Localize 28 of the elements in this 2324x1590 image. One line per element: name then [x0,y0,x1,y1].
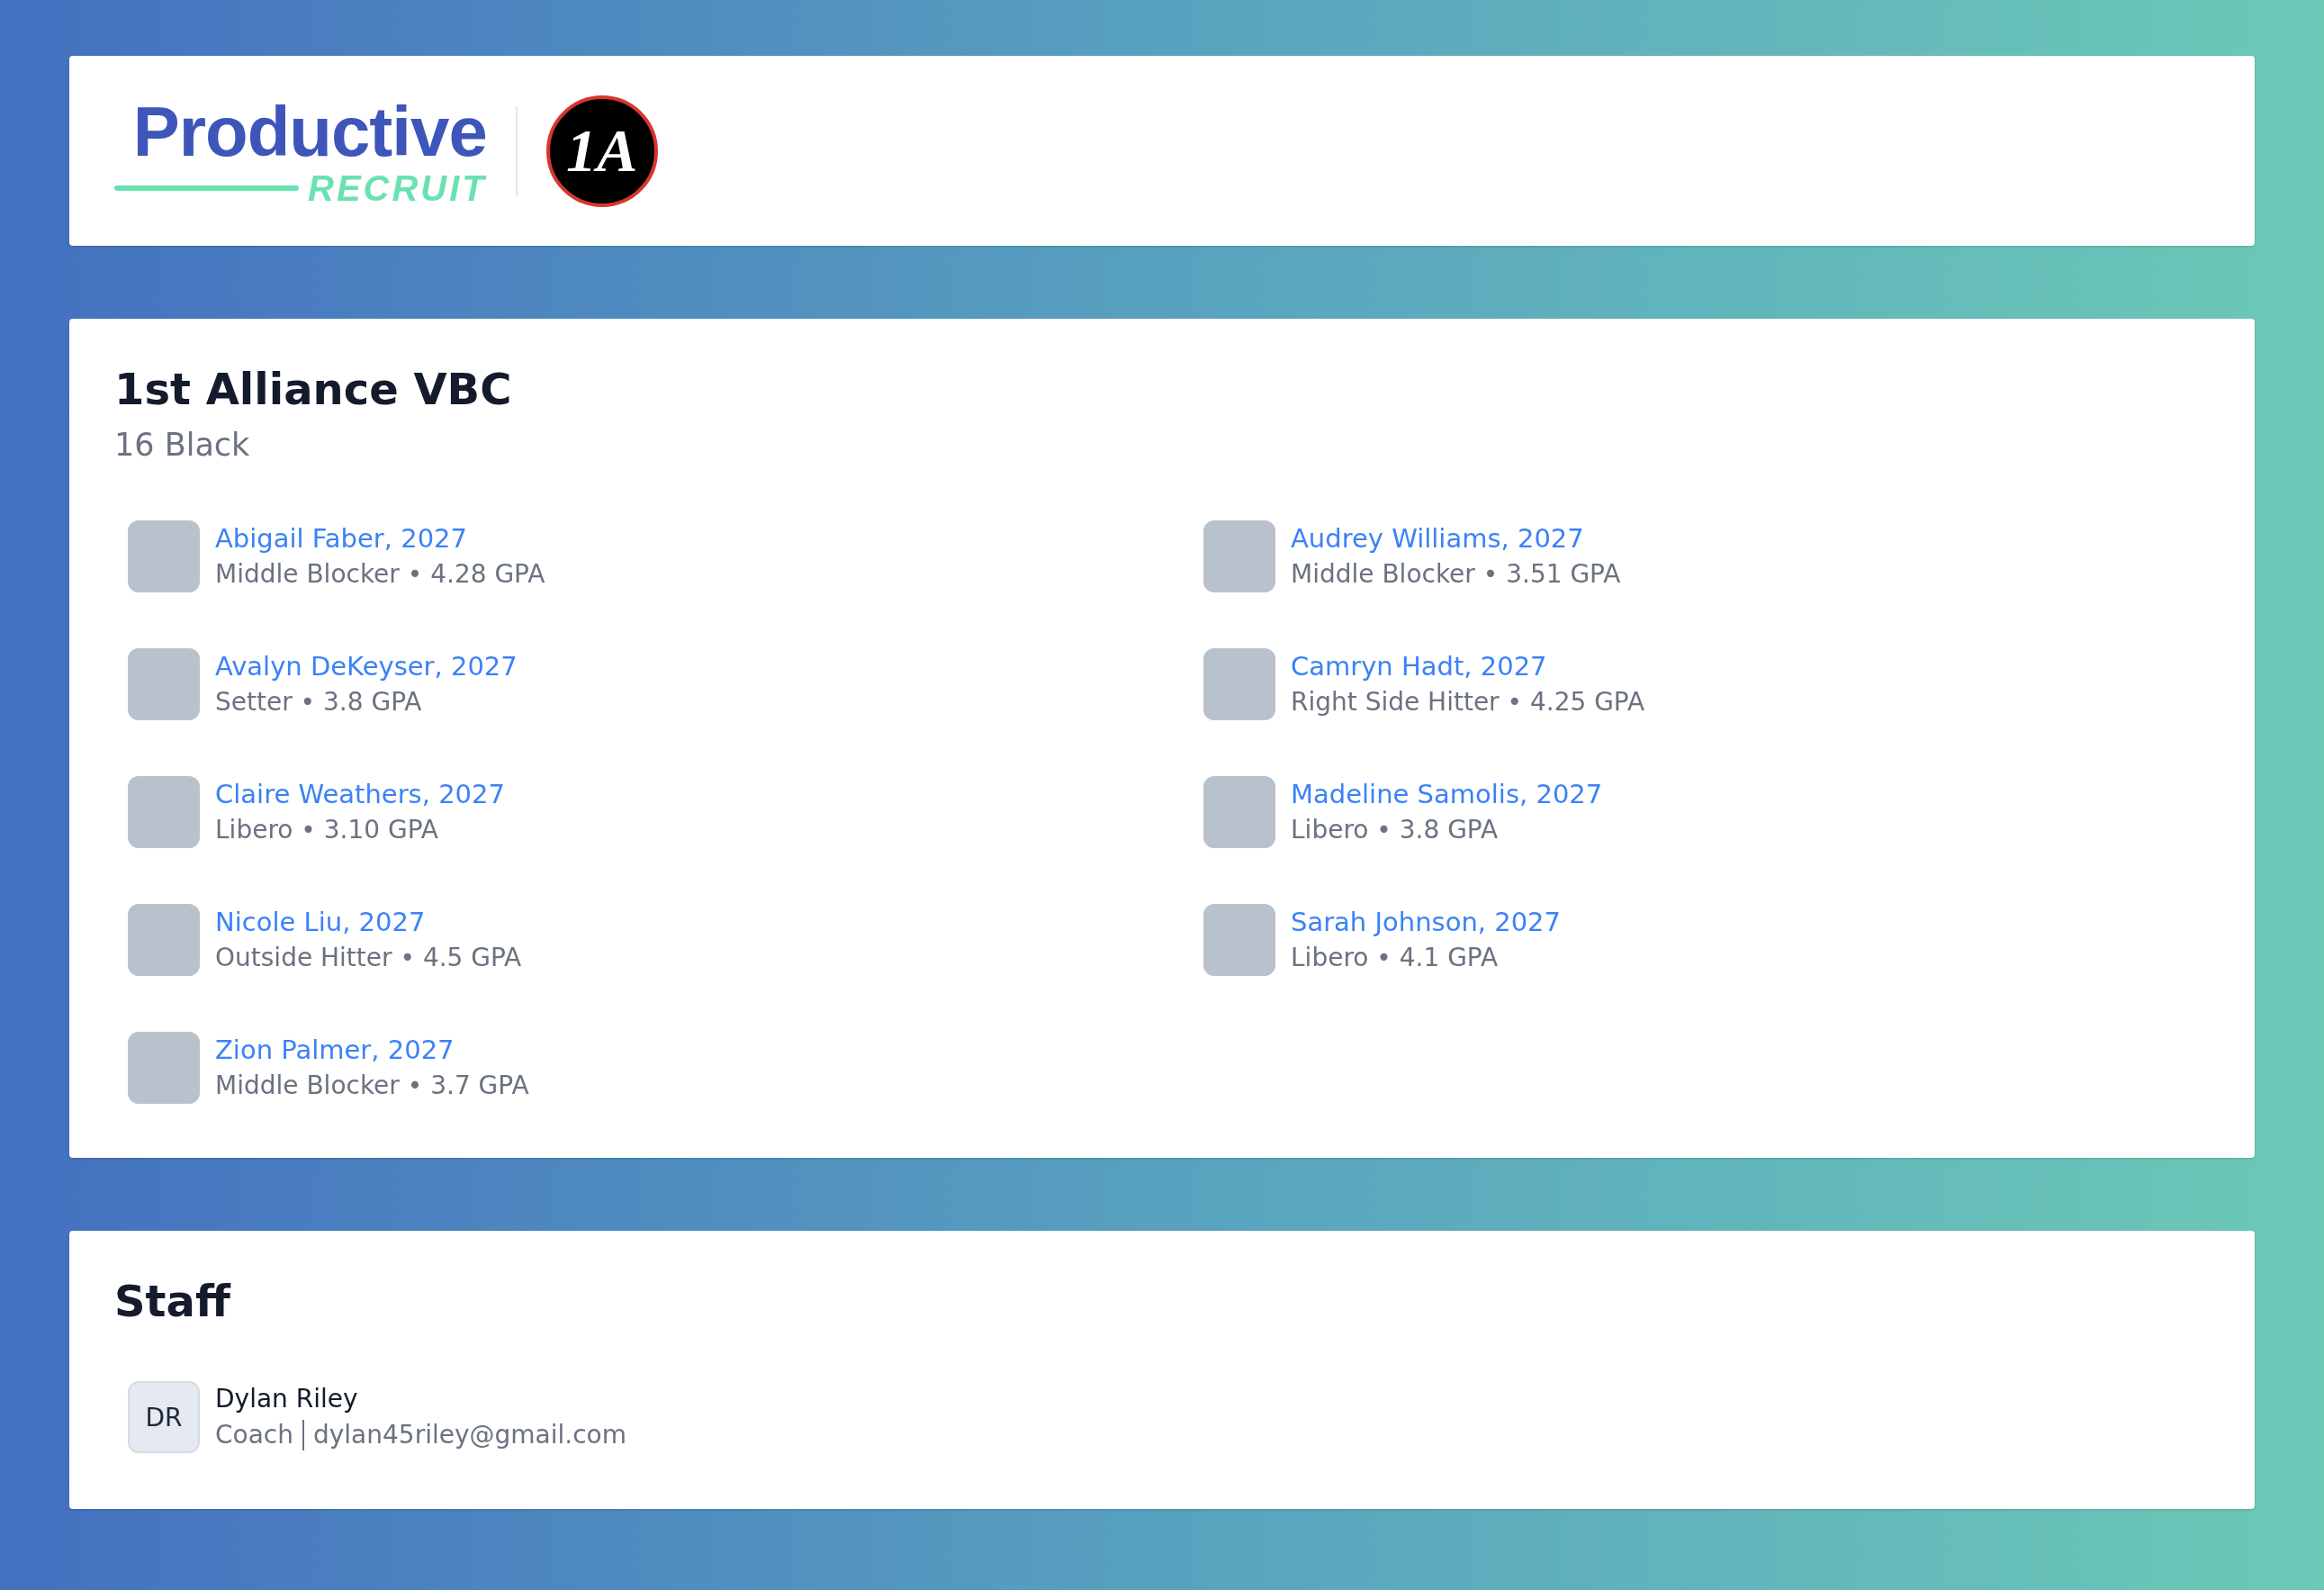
player-details: Libero • 4.1 GPA [1291,941,1500,974]
player-details: Outside Hitter • 4.5 GPA [215,941,522,974]
player-link[interactable]: Claire Weathers, 2027 [215,775,505,812]
staff-email: dylan45riley@gmail.com [312,1419,626,1452]
club-logo: 1A [545,95,658,207]
player-details: Setter • 3.8 GPA [215,685,423,718]
staff-role: Coach [215,1420,304,1451]
team-title: 1st Alliance VBC [114,364,513,416]
player-link[interactable]: Abigail Faber, 2027 [215,519,545,556]
staff-name: Dylan Riley [215,1383,359,1416]
player-details: Right Side Hitter • 4.25 GPA [1291,685,1645,718]
initials-avatar: DR [128,1381,200,1454]
player-details: Libero • 3.10 GPA [215,813,439,846]
logo-wordmark: Productive [132,95,487,167]
player-link[interactable]: Madeline Samolis, 2027 [1291,775,1603,812]
player-details: Libero • 3.8 GPA [1291,813,1500,846]
player-link[interactable]: Zion Palmer, 2027 [215,1031,529,1068]
staff-title: Staff [114,1275,232,1328]
logo-subtitle: RECRUIT [308,169,487,206]
player-link[interactable]: Camryn Hadt, 2027 [1291,647,1645,684]
player-details: Middle Blocker • 3.7 GPA [215,1069,529,1102]
player-details: Middle Blocker • 3.51 GPA [1291,557,1621,591]
player-link[interactable]: Sarah Johnson, 2027 [1291,903,1561,940]
player-details: Middle Blocker • 4.28 GPA [215,557,545,591]
team-subtitle: 16 Black [114,426,251,463]
player-link[interactable]: Avalyn DeKeyser, 2027 [215,647,518,684]
player-link[interactable]: Audrey Williams, 2027 [1291,519,1621,556]
player-link[interactable]: Nicole Liu, 2027 [215,903,522,940]
